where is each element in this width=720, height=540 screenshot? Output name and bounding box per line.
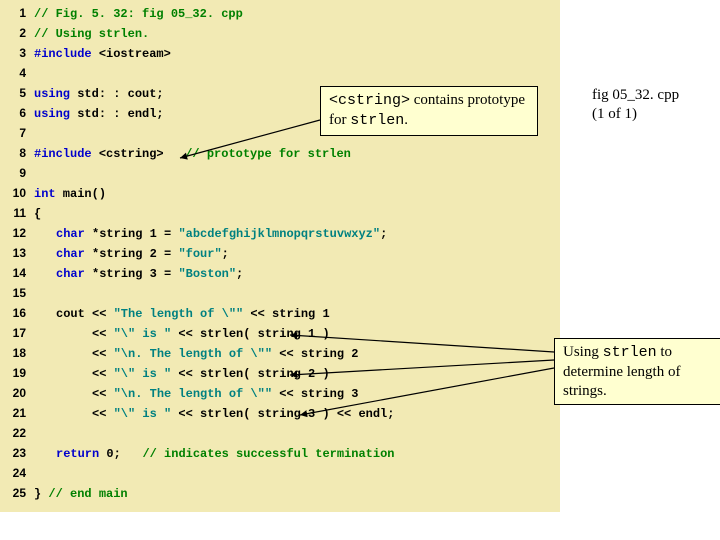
line-number: 7	[0, 126, 34, 140]
line-number: 8	[0, 146, 34, 160]
code-text: {	[34, 207, 41, 221]
line-number: 6	[0, 106, 34, 120]
line-number: 13	[0, 246, 34, 260]
code-text: } // end main	[34, 487, 128, 501]
file-page: (1 of 1)	[592, 105, 679, 124]
line-number: 19	[0, 366, 34, 380]
file-name: fig 05_32. cpp	[592, 86, 679, 105]
callout-strlen: Using strlen to determine length of stri…	[554, 338, 720, 405]
line-number: 23	[0, 446, 34, 460]
line-number: 1	[0, 6, 34, 20]
code-text: #include <iostream>	[34, 47, 171, 61]
callout-cstring: <cstring> contains prototype for strlen.	[320, 86, 538, 136]
code-text: char *string 3 = "Boston";	[34, 267, 243, 281]
line-number: 9	[0, 166, 34, 180]
code-text: << "\n. The length of \"" << string 3	[34, 387, 358, 401]
code-text: // Using strlen.	[34, 27, 149, 41]
line-number: 21	[0, 406, 34, 420]
code-text: using std: : cout;	[34, 87, 164, 101]
line-number: 15	[0, 286, 34, 300]
line-number: 12	[0, 226, 34, 240]
code-text: << "\n. The length of \"" << string 2	[34, 347, 358, 361]
line-number: 5	[0, 86, 34, 100]
line-number: 2	[0, 26, 34, 40]
line-number: 24	[0, 466, 34, 480]
line-number: 18	[0, 346, 34, 360]
code-text: char *string 1 = "abcdefghijklmnopqrstuv…	[34, 227, 387, 241]
code-text: using std: : endl;	[34, 107, 164, 121]
code-text: << "\" is " << strlen( string 2 )	[34, 367, 330, 381]
line-number: 10	[0, 186, 34, 200]
code-text: << "\" is " << strlen( string 3 ) << end…	[34, 407, 394, 421]
file-label: fig 05_32. cpp (1 of 1)	[592, 86, 679, 124]
callout-code: <cstring>	[329, 92, 410, 109]
code-text: char *string 2 = "four";	[34, 247, 229, 261]
code-text: int main()	[34, 187, 106, 201]
code-text: << "\" is " << strlen( string 1 )	[34, 327, 330, 341]
code-text: cout << "The length of \"" << string 1	[34, 307, 330, 321]
code-text: return 0; // indicates successful termin…	[34, 447, 394, 461]
callout-code: strlen	[350, 112, 404, 129]
code-listing: 1// Fig. 5. 32: fig 05_32. cpp 2// Using…	[0, 0, 560, 512]
line-number: 4	[0, 66, 34, 80]
line-number: 20	[0, 386, 34, 400]
code-text: #include <cstring> // prototype for strl…	[34, 147, 351, 161]
line-number: 16	[0, 306, 34, 320]
line-number: 17	[0, 326, 34, 340]
line-number: 25	[0, 486, 34, 500]
callout-code: strlen	[603, 344, 657, 361]
line-number: 22	[0, 426, 34, 440]
code-text: // Fig. 5. 32: fig 05_32. cpp	[34, 7, 243, 21]
slide: 1// Fig. 5. 32: fig 05_32. cpp 2// Using…	[0, 0, 720, 540]
line-number: 3	[0, 46, 34, 60]
line-number: 14	[0, 266, 34, 280]
line-number: 11	[0, 206, 34, 220]
